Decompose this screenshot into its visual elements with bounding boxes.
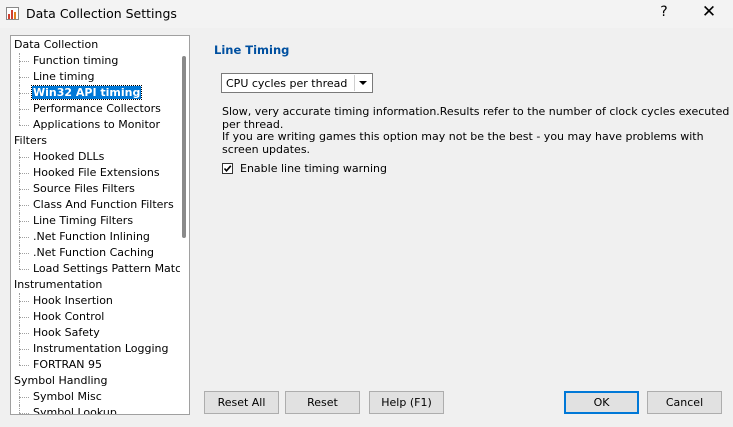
help-button[interactable]: Help (F1)	[369, 391, 444, 414]
tree-item[interactable]: Line timing	[11, 69, 181, 85]
tree-item[interactable]: .Net Function Caching	[11, 245, 181, 261]
tree-item-label: Hooked DLLs	[33, 150, 105, 163]
tree-item[interactable]: Applications to Monitor	[11, 117, 181, 133]
tree-item[interactable]: .Net Function Inlining	[11, 229, 181, 245]
tree-item[interactable]: FORTRAN 95	[11, 357, 181, 373]
ok-button[interactable]: OK	[564, 391, 639, 414]
tree-item[interactable]: Hooked DLLs	[11, 149, 181, 165]
chevron-down-icon[interactable]	[354, 75, 371, 91]
tree-item[interactable]: Function timing	[11, 53, 181, 69]
tree-item-label: Hook Insertion	[33, 294, 113, 307]
tree-item-label: Source Files Filters	[33, 182, 135, 195]
checkbox-label: Enable line timing warning	[240, 162, 387, 175]
tree-item-label: FORTRAN 95	[33, 358, 102, 371]
tree-item-label: Win32 API timing	[30, 85, 143, 100]
tree-item[interactable]: Source Files Filters	[11, 181, 181, 197]
tree-item-label: Instrumentation Logging	[33, 342, 169, 355]
tree-item-label: Hook Control	[33, 310, 105, 323]
description-text: Slow, very accurate timing information.R…	[222, 105, 730, 131]
tree-item[interactable]: Symbol Misc	[11, 389, 181, 405]
tree-category[interactable]: Data Collection	[11, 37, 181, 53]
timing-mode-dropdown[interactable]: CPU cycles per thread	[221, 73, 373, 93]
tree-item-label: Performance Collectors	[33, 102, 161, 115]
scrollbar-thumb[interactable]	[182, 56, 186, 238]
tree-item[interactable]: Performance Collectors	[11, 101, 181, 117]
help-title-button[interactable]: ?	[656, 4, 672, 20]
tree-item[interactable]: Hook Control	[11, 309, 181, 325]
tree-item-label: Load Settings Pattern Match	[33, 262, 189, 275]
tree-item-label: Line Timing Filters	[33, 214, 134, 227]
warning-text: If you are writing games this option may…	[222, 130, 704, 156]
tree-item[interactable]: Instrumentation Logging	[11, 341, 181, 357]
settings-tree[interactable]: Data Collection Function timing Line timin…	[10, 35, 190, 415]
window-title: Data Collection Settings	[26, 6, 177, 21]
tree-item-label: Hook Safety	[33, 326, 100, 339]
check-icon	[223, 165, 232, 173]
tree-item[interactable]: Win32 API timing	[11, 85, 181, 101]
tree-item[interactable]: Load Settings Pattern Match	[11, 261, 188, 277]
close-window-button[interactable]: ✕	[700, 2, 718, 22]
tree-item-label: Instrumentation	[14, 278, 103, 291]
tree-item-label: Hooked File Extensions	[33, 166, 160, 179]
tree-item-label: Symbol Handling	[14, 374, 108, 387]
tree-item-label: Data Collection	[14, 38, 99, 51]
tree-item-label: Symbol Misc	[33, 390, 102, 403]
tree-category[interactable]: Symbol Handling	[11, 373, 181, 389]
app-chart-icon	[6, 7, 19, 20]
tree-item[interactable]: Symbol Lookup	[11, 405, 181, 415]
tree-item-label: Line timing	[33, 70, 95, 83]
tree-item[interactable]: Class And Function Filters	[11, 197, 181, 213]
tree-item-label: Symbol Lookup	[33, 406, 117, 415]
tree-item[interactable]: Hook Insertion	[11, 293, 181, 309]
dropdown-value: CPU cycles per thread	[226, 77, 348, 90]
tree-item-label: .Net Function Caching	[33, 246, 155, 259]
tree-item-label: Filters	[14, 134, 47, 147]
section-title: Line Timing	[214, 43, 290, 57]
tree-item[interactable]: Line Timing Filters	[11, 213, 181, 229]
tree-item-label: Function timing	[33, 54, 119, 67]
tree-item-label: .Net Function Inlining	[33, 230, 150, 243]
tree-node-list: Data Collection Function timing Line timin…	[11, 37, 188, 415]
title-bar: Data Collection Settings ? ✕	[0, 0, 733, 28]
tree-category[interactable]: Instrumentation	[11, 277, 181, 293]
cancel-button[interactable]: Cancel	[647, 391, 722, 414]
tree-item-label: Applications to Monitor	[33, 118, 161, 131]
tree-item[interactable]: Hook Safety	[11, 325, 181, 341]
reset-button[interactable]: Reset	[285, 391, 360, 414]
tree-item-label: Class And Function Filters	[33, 198, 174, 211]
tree-scrollbar[interactable]	[180, 36, 189, 414]
tree-category[interactable]: Filters	[11, 133, 181, 149]
reset-all-button[interactable]: Reset All	[204, 391, 279, 414]
tree-item[interactable]: Hooked File Extensions	[11, 165, 181, 181]
line-timing-warning-checkbox[interactable]	[222, 163, 233, 174]
